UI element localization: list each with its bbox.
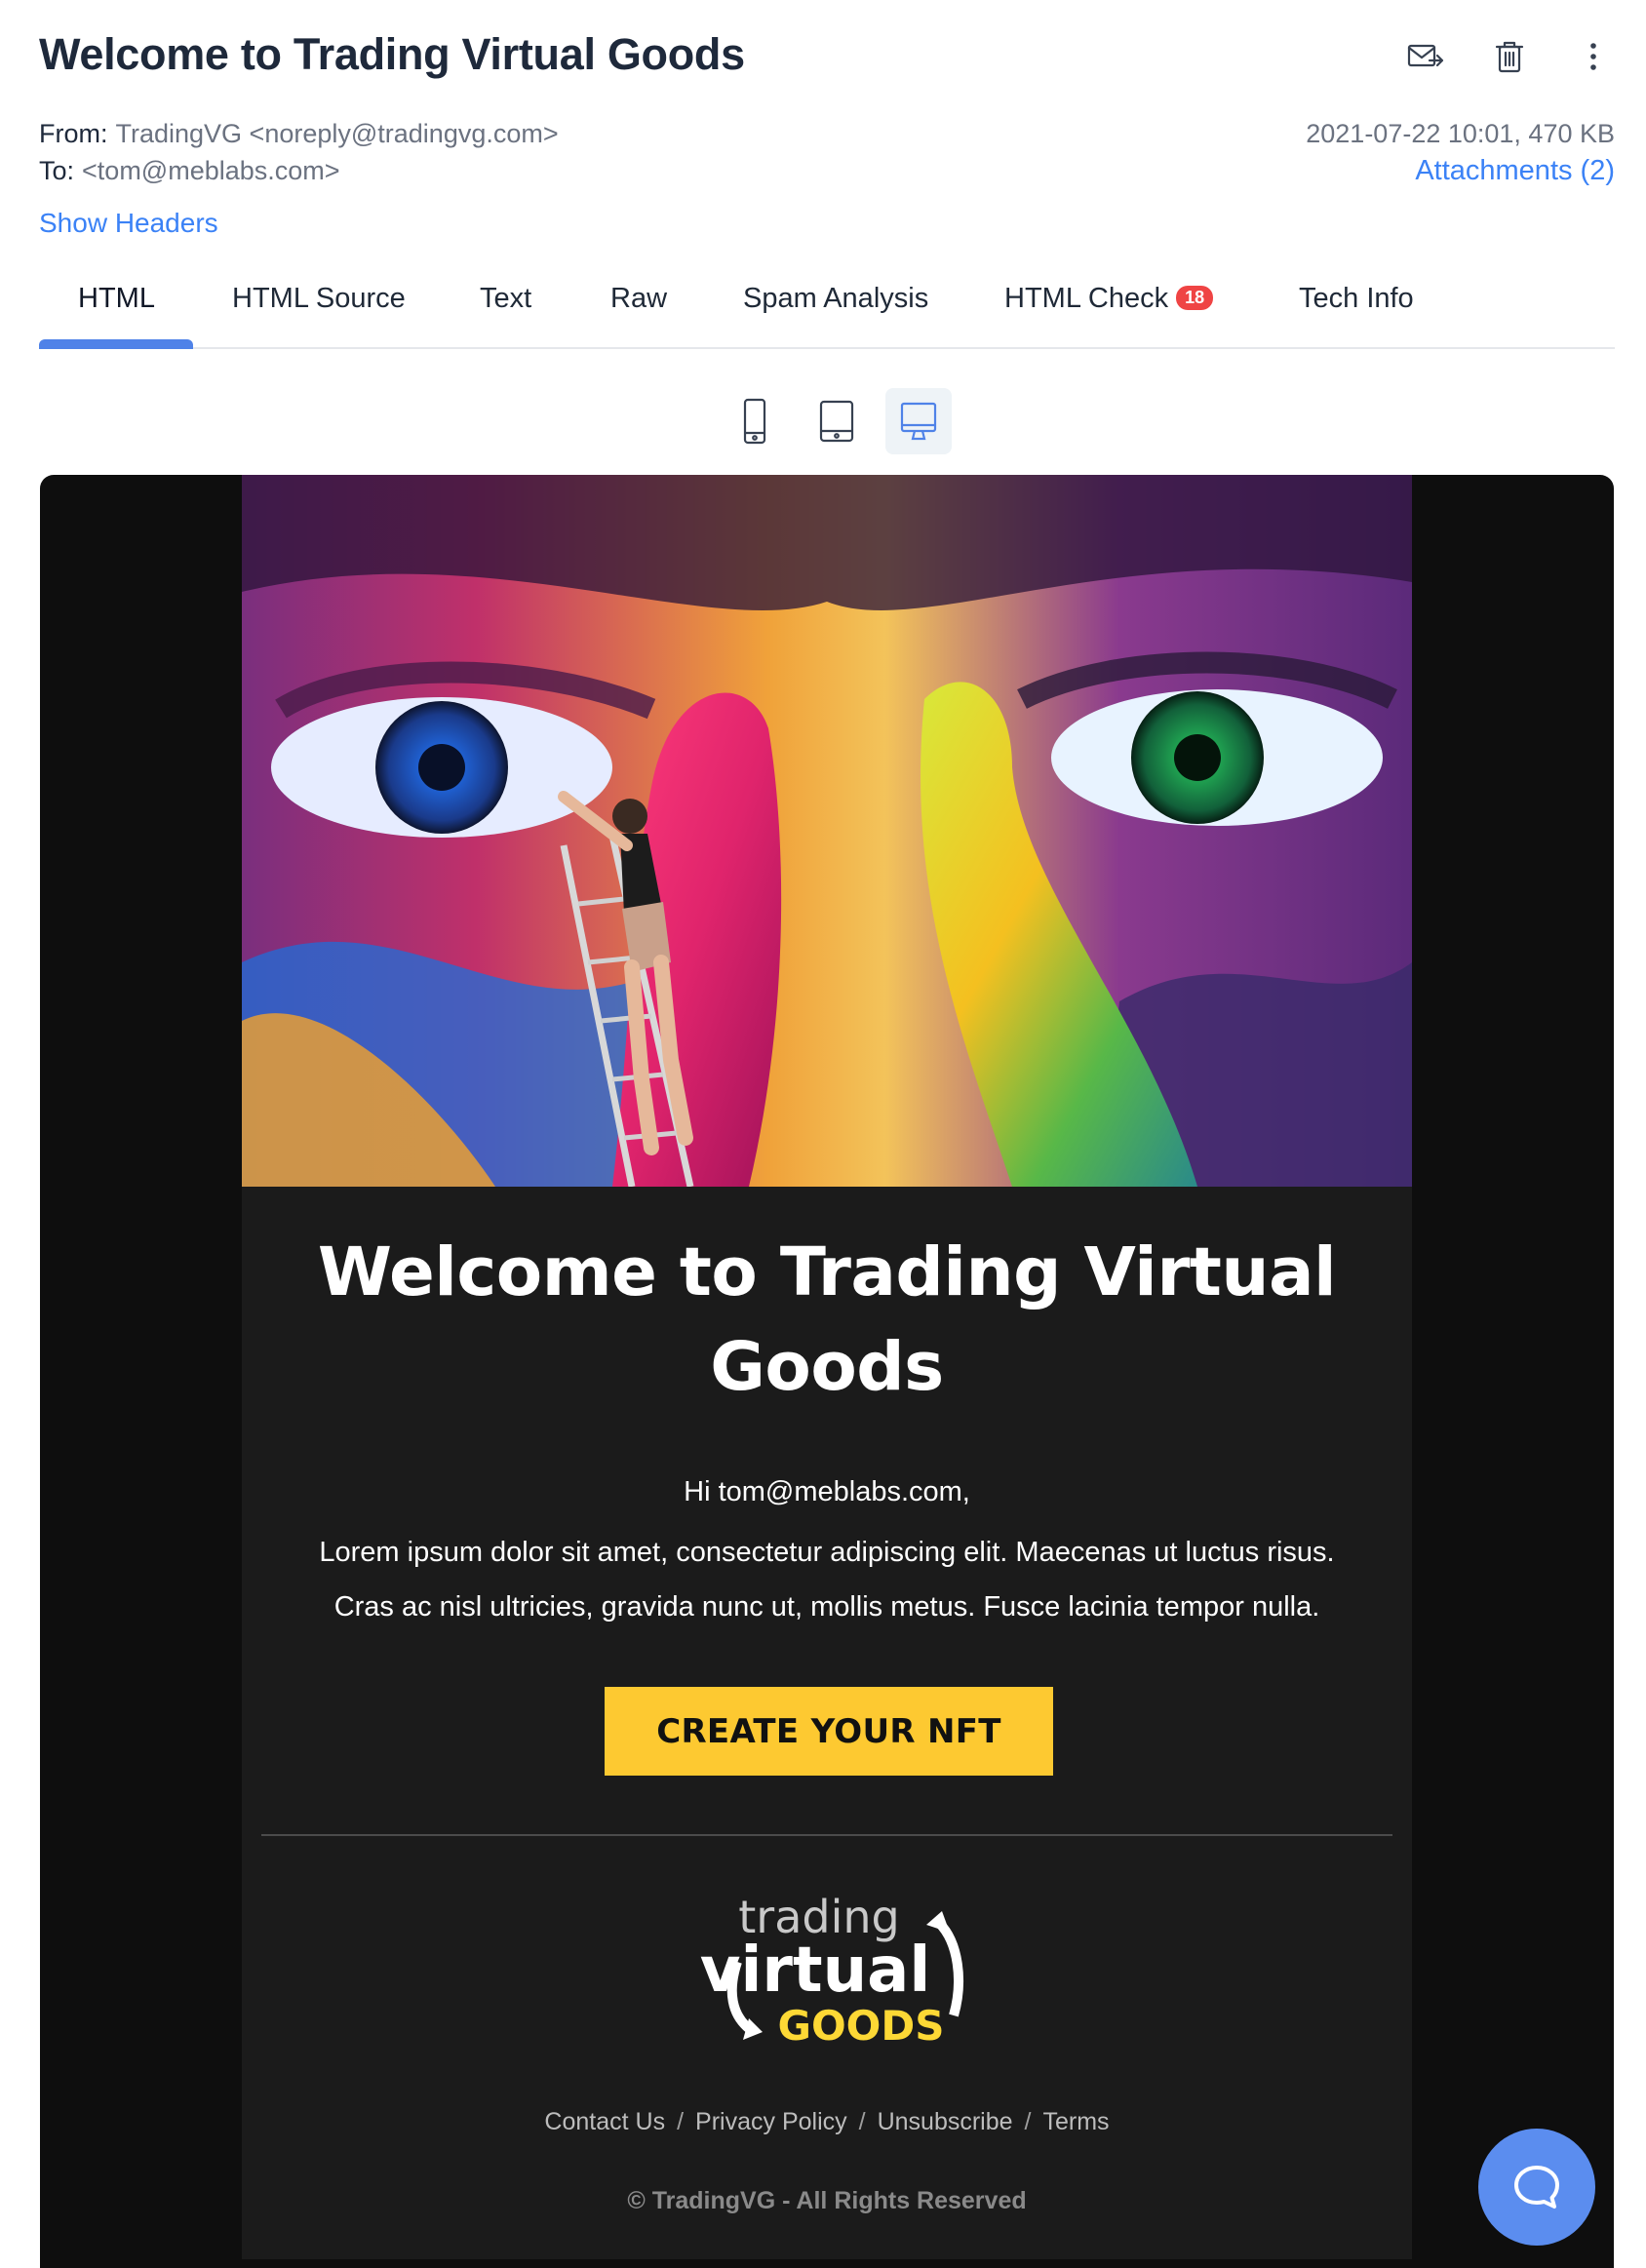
create-nft-button[interactable]: CREATE YOUR NFT: [605, 1687, 1053, 1776]
email-preview-frame: Welcome to Trading Virtual Goods Hi tom@m…: [40, 475, 1614, 2268]
unsubscribe-link[interactable]: Unsubscribe: [878, 2108, 1013, 2135]
divider: [261, 1834, 1392, 1836]
email-subject: Welcome to Trading Virtual Goods: [39, 29, 745, 79]
chat-support-button[interactable]: [1478, 2129, 1595, 2246]
copyright: © TradingVG - All Rights Reserved: [627, 2187, 1027, 2214]
footer-separator: /: [1024, 2108, 1032, 2135]
message-actions: [1402, 33, 1617, 80]
email-greeting: Hi tom@meblabs.com,: [684, 1476, 970, 1507]
desktop-icon: [900, 402, 937, 441]
chat-bubble-icon: [1514, 2166, 1559, 2209]
mobile-icon: [743, 398, 766, 445]
footer-separator: /: [677, 2108, 685, 2135]
tablet-view-button[interactable]: [803, 388, 870, 454]
tab-html[interactable]: HTML: [78, 283, 155, 315]
delete-button[interactable]: [1486, 33, 1533, 80]
tab-label: HTML Check: [1004, 283, 1169, 314]
email-body: Lorem ipsum dolor sit amet, consectetur …: [271, 1525, 1383, 1634]
show-headers-link[interactable]: Show Headers: [39, 208, 218, 239]
attachments-link[interactable]: Attachments (2): [1306, 152, 1615, 189]
tab-tech-info[interactable]: Tech Info: [1299, 283, 1414, 315]
more-vertical-icon: [1590, 43, 1596, 70]
tab-label: HTML: [78, 283, 155, 314]
footer-separator: /: [858, 2108, 866, 2135]
to-label: To:: [39, 156, 75, 185]
body-line: Lorem ipsum dolor sit amet, consectetur …: [319, 1537, 1335, 1568]
tab-label: Spam Analysis: [743, 283, 929, 314]
issues-badge: 18: [1176, 286, 1214, 310]
trading-virtual-goods-logo: trading virtual GOODS: [700, 1894, 963, 2045]
tablet-icon: [819, 400, 854, 443]
forward-icon: [1407, 44, 1444, 67]
tab-text[interactable]: Text: [480, 283, 531, 315]
from-label: From:: [39, 119, 108, 148]
from-value: TradingVG <noreply@tradingvg.com>: [115, 119, 559, 148]
contact-us-link[interactable]: Contact Us: [544, 2108, 665, 2135]
desktop-view-button[interactable]: [885, 388, 952, 454]
message-info: 2021-07-22 10:01, 470 KB Attachments (2): [1306, 115, 1615, 189]
tab-label: Tech Info: [1299, 283, 1414, 314]
device-switcher: [722, 388, 952, 454]
tab-label: HTML Source: [232, 283, 406, 314]
tab-raw[interactable]: Raw: [610, 283, 667, 315]
email-title: Welcome to Trading Virtual Goods: [317, 1233, 1337, 1406]
footer-links: Contact Us / Privacy Policy / Unsubscribe / Te…: [242, 2108, 1412, 2136]
logo-text-goods: GOODS: [778, 2002, 945, 2045]
hero-image: [242, 475, 1412, 1187]
body-line: Cras ac nisl ultricies, gravida nunc ut,…: [333, 1591, 1320, 1623]
tab-label: Raw: [610, 283, 668, 314]
active-tab-indicator: [39, 339, 193, 349]
tab-html-check[interactable]: HTML Check 18: [1004, 283, 1214, 315]
to-value: <tom@meblabs.com>: [82, 156, 340, 185]
trash-icon: [1495, 41, 1524, 73]
view-tabs: HTML HTML Source Text Raw Spam Analysis …: [39, 273, 1615, 349]
tab-html-source[interactable]: HTML Source: [232, 283, 406, 315]
mobile-view-button[interactable]: [722, 388, 788, 454]
forward-button[interactable]: [1402, 33, 1449, 80]
privacy-policy-link[interactable]: Privacy Policy: [695, 2108, 847, 2135]
more-button[interactable]: [1570, 33, 1617, 80]
email-content: Welcome to Trading Virtual Goods Hi tom@m…: [242, 475, 1412, 2259]
terms-link[interactable]: Terms: [1043, 2108, 1110, 2135]
sender-recipient: From: TradingVG <noreply@tradingvg.com> T…: [39, 115, 559, 189]
tab-spam-analysis[interactable]: Spam Analysis: [743, 283, 928, 315]
tab-label: Text: [480, 283, 532, 314]
date-size: 2021-07-22 10:01, 470 KB: [1306, 119, 1615, 148]
